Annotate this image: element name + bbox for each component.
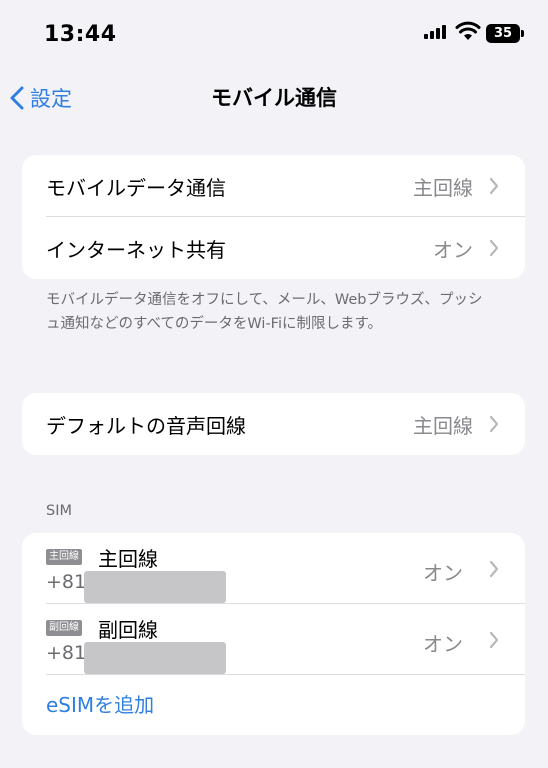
sim-number-prefix: +81 (46, 571, 87, 593)
sim-badge: 主回線 (46, 549, 82, 565)
redacted-phone-number (84, 642, 226, 674)
mobile-data-footer-note: モバイルデータ通信をオフにして、メール、Webブラウズ、プッシュ通知などのすべて… (46, 292, 483, 332)
row-value: 主回線 (413, 413, 473, 438)
redacted-phone-number (84, 571, 226, 603)
page-title: モバイル通信 (211, 86, 337, 110)
add-esim-link[interactable]: eSIMを追加 (46, 675, 154, 735)
battery-icon: 35 (486, 24, 524, 43)
sim-name: 主回線 (98, 547, 158, 571)
sim-name: 副回線 (98, 618, 158, 642)
status-bar: 13:44 35 (0, 0, 548, 70)
chevron-right-icon (489, 560, 499, 577)
navigation-bar: 設定 モバイル通信 (0, 76, 548, 120)
default-voice-line-group: デフォルトの音声回線 主回線 (22, 393, 525, 455)
row-label: デフォルトの音声回線 (46, 413, 246, 438)
sim-line-primary[interactable]: 主回線 主回線 +81 オン (22, 533, 525, 604)
row-mobile-data[interactable]: モバイルデータ通信 主回線 (22, 155, 525, 217)
row-label: モバイルデータ通信 (46, 175, 226, 200)
cellular-signal-icon (424, 25, 450, 39)
row-personal-hotspot[interactable]: インターネット共有 オン (22, 217, 525, 279)
chevron-right-icon (489, 415, 499, 433)
wifi-icon (455, 21, 481, 40)
mobile-data-group: モバイルデータ通信 主回線 インターネット共有 オン (22, 155, 525, 279)
chevron-right-icon (489, 631, 499, 648)
row-value: 主回線 (413, 175, 473, 200)
row-value: オン (433, 237, 473, 262)
sim-status: オン (423, 561, 463, 585)
battery-level: 35 (493, 26, 513, 41)
row-default-voice-line[interactable]: デフォルトの音声回線 主回線 (22, 393, 525, 455)
row-label: インターネット共有 (46, 237, 226, 262)
add-esim-row[interactable]: eSIMを追加 (22, 675, 525, 735)
sim-line-secondary[interactable]: 副回線 副回線 +81 オン (22, 604, 525, 675)
sim-group: 主回線 主回線 +81 オン 副回線 副回線 +81 オン eSIMを追加 (22, 533, 525, 735)
sim-badge: 副回線 (46, 620, 82, 636)
sim-status: オン (423, 632, 463, 656)
sim-number-prefix: +81 (46, 642, 87, 664)
chevron-right-icon (489, 239, 499, 257)
chevron-right-icon (489, 177, 499, 195)
status-time: 13:44 (44, 22, 117, 47)
sim-section-header: SIM (46, 503, 72, 519)
